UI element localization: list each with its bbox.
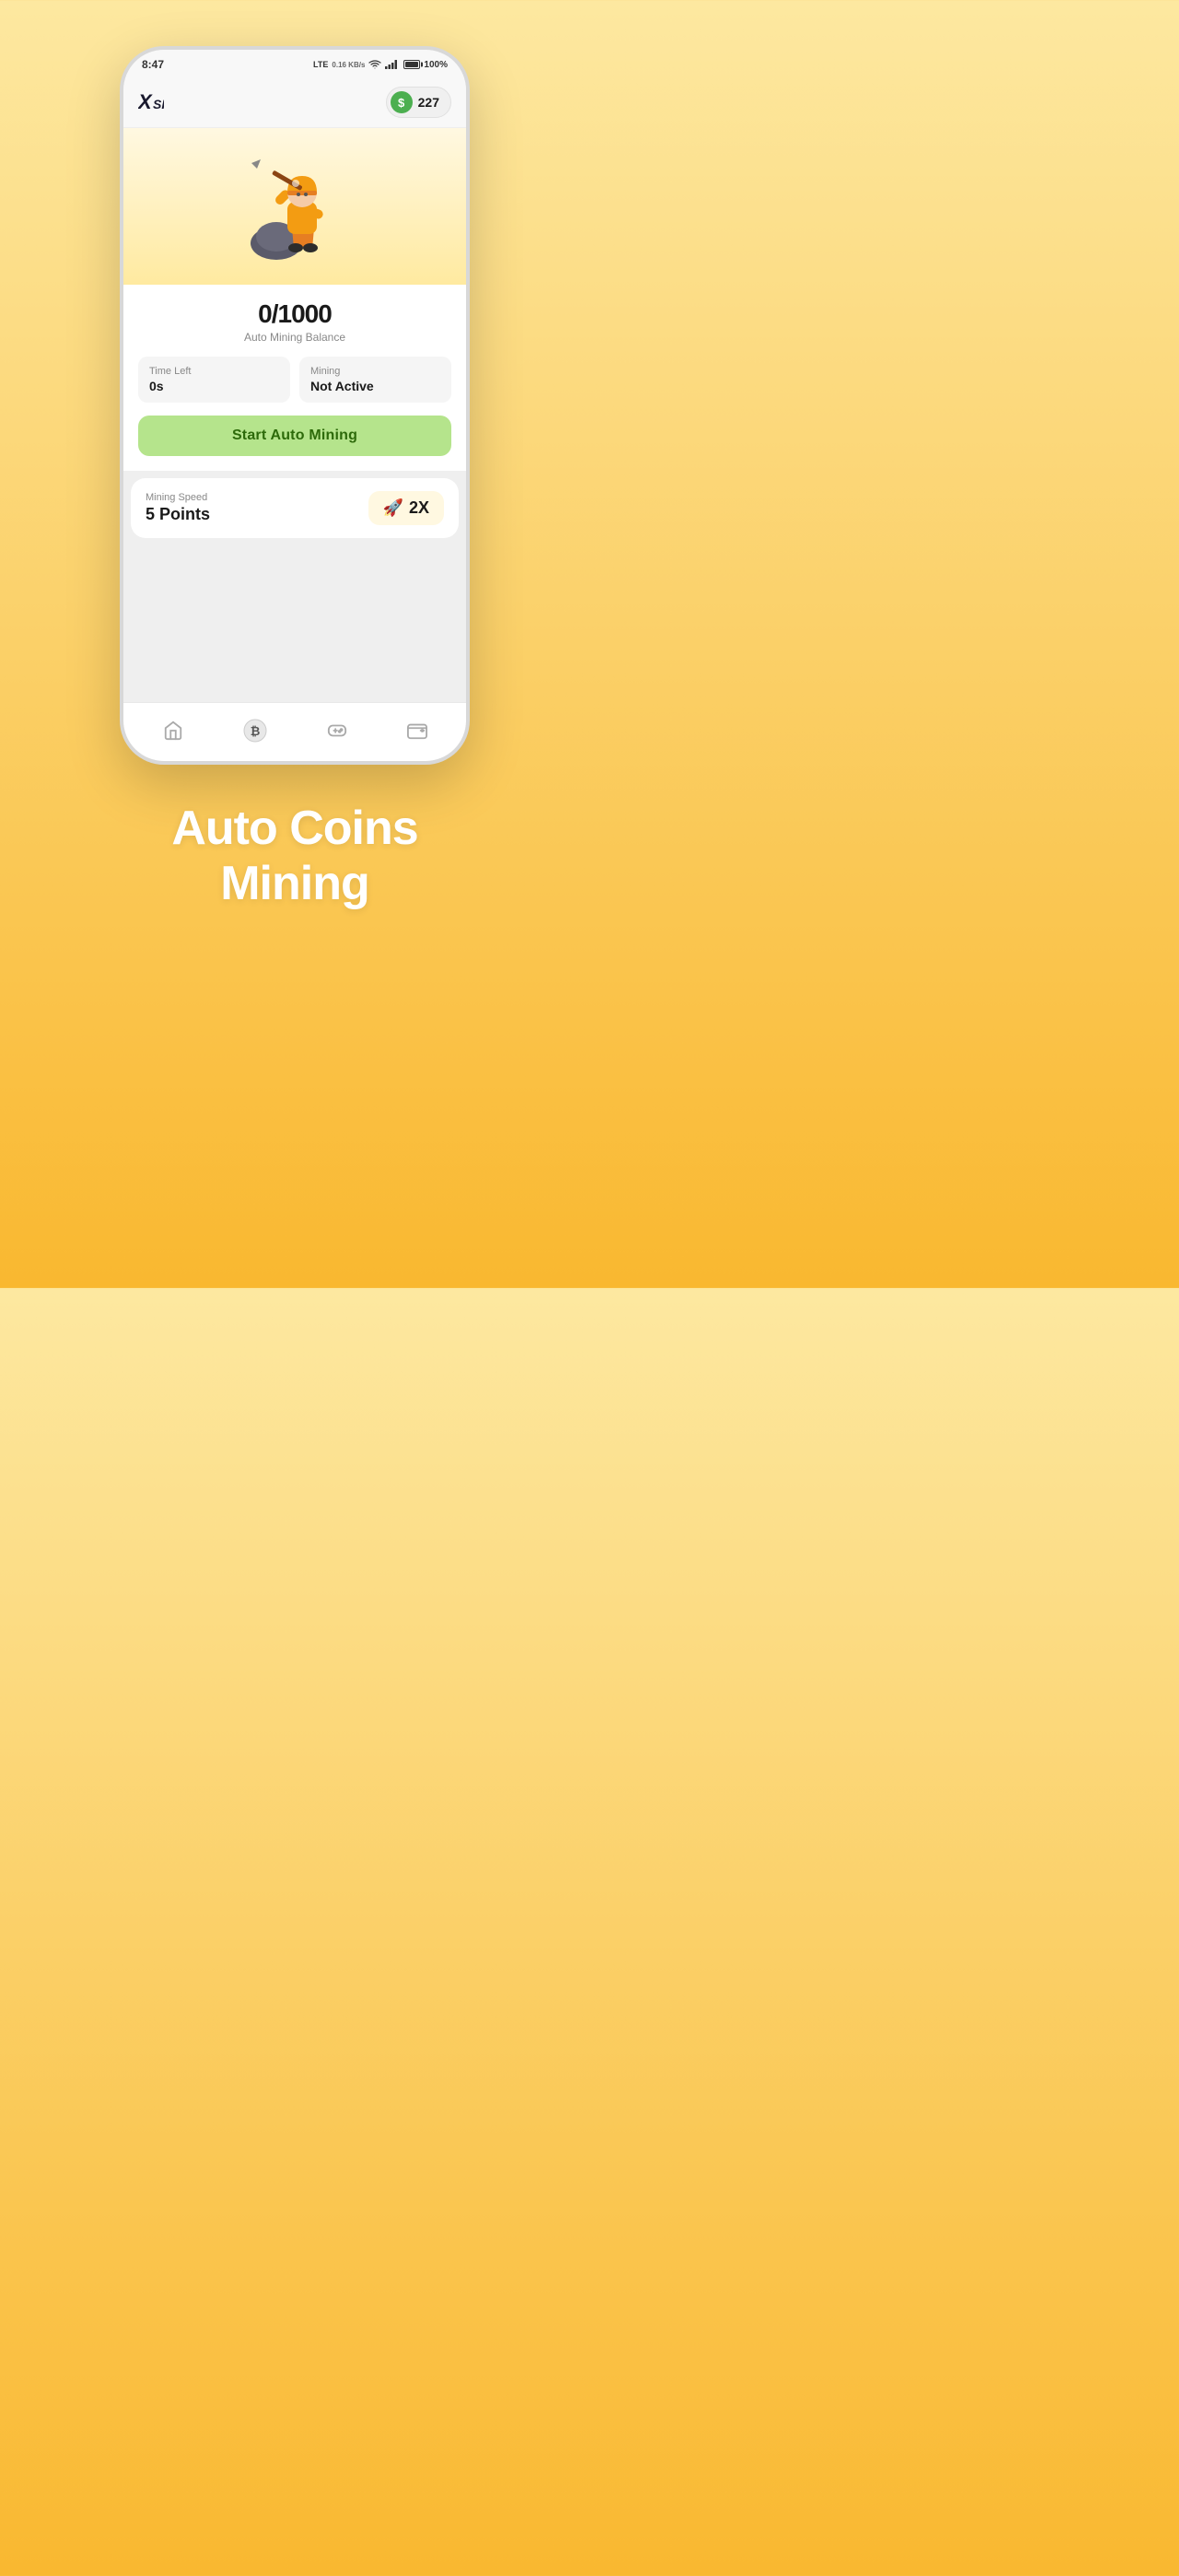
rocket-icon: 🚀	[383, 498, 403, 518]
mining-status-label: Mining	[310, 366, 440, 377]
tagline: Auto Coins Mining	[171, 802, 417, 912]
mining-speed-card: Mining Speed 5 Points 🚀 2X	[131, 478, 459, 538]
speed-label: 0.16 KB/s	[332, 61, 365, 69]
time-left-value: 0s	[149, 379, 279, 393]
logo-area: X SINO	[138, 92, 164, 112]
svg-text:X: X	[138, 92, 153, 112]
time-left-label: Time Left	[149, 366, 279, 377]
bottom-nav: ₿	[123, 702, 466, 761]
miner-illustration	[235, 146, 355, 266]
battery-percent: 100%	[424, 60, 448, 70]
stats-section: 0/1000 Auto Mining Balance Time Left 0s …	[123, 285, 466, 471]
info-row: Time Left 0s Mining Not Active	[138, 357, 451, 403]
logo-icon: X SINO	[138, 92, 164, 112]
speed-badge[interactable]: 🚀 2X	[368, 491, 444, 525]
status-right: LTE 0.16 KB/s 100%	[313, 60, 448, 70]
nav-item-mining[interactable]: ₿	[228, 713, 282, 752]
app-content[interactable]: 0/1000 Auto Mining Balance Time Left 0s …	[123, 128, 466, 702]
network-label: LTE	[313, 60, 328, 69]
balance-label: Auto Mining Balance	[138, 331, 451, 344]
boost-label: 2X	[409, 498, 429, 518]
svg-text:SINO: SINO	[153, 97, 164, 111]
phone-inner: 8:47 LTE 0.16 KB/s	[123, 50, 466, 761]
dollar-circle: $	[391, 91, 413, 113]
start-mining-button[interactable]: Start Auto Mining	[138, 416, 451, 456]
tagline-line1: Auto Coins	[171, 802, 417, 857]
balance-amount: 227	[418, 95, 439, 110]
tagline-line2: Mining	[171, 857, 417, 912]
games-icon	[327, 720, 347, 744]
mining-status-card: Mining Not Active	[299, 357, 451, 403]
status-time: 8:47	[142, 58, 164, 71]
speed-value: 5 Points	[146, 505, 210, 524]
nav-item-games[interactable]	[312, 715, 362, 750]
balance-badge: $ 227	[386, 87, 451, 118]
speed-info: Mining Speed 5 Points	[146, 492, 210, 524]
nav-item-wallet[interactable]	[392, 715, 442, 750]
signal-icon	[385, 60, 398, 69]
mining-status-value: Not Active	[310, 379, 440, 393]
nav-item-home[interactable]	[148, 715, 198, 750]
wallet-icon	[407, 720, 427, 744]
app-header: X SINO $ 227	[123, 79, 466, 128]
phone-wrapper: 8:47 LTE 0.16 KB/s	[120, 46, 470, 765]
battery-icon	[403, 60, 420, 69]
wifi-icon	[368, 60, 381, 69]
speed-label: Mining Speed	[146, 492, 210, 503]
time-left-card: Time Left 0s	[138, 357, 290, 403]
svg-text:₿: ₿	[250, 724, 260, 738]
mining-nav-icon: ₿	[243, 719, 267, 746]
home-icon	[163, 720, 183, 744]
balance-display: 0/1000	[138, 299, 451, 329]
miner-banner	[123, 128, 466, 285]
status-bar: 8:47 LTE 0.16 KB/s	[123, 50, 466, 79]
